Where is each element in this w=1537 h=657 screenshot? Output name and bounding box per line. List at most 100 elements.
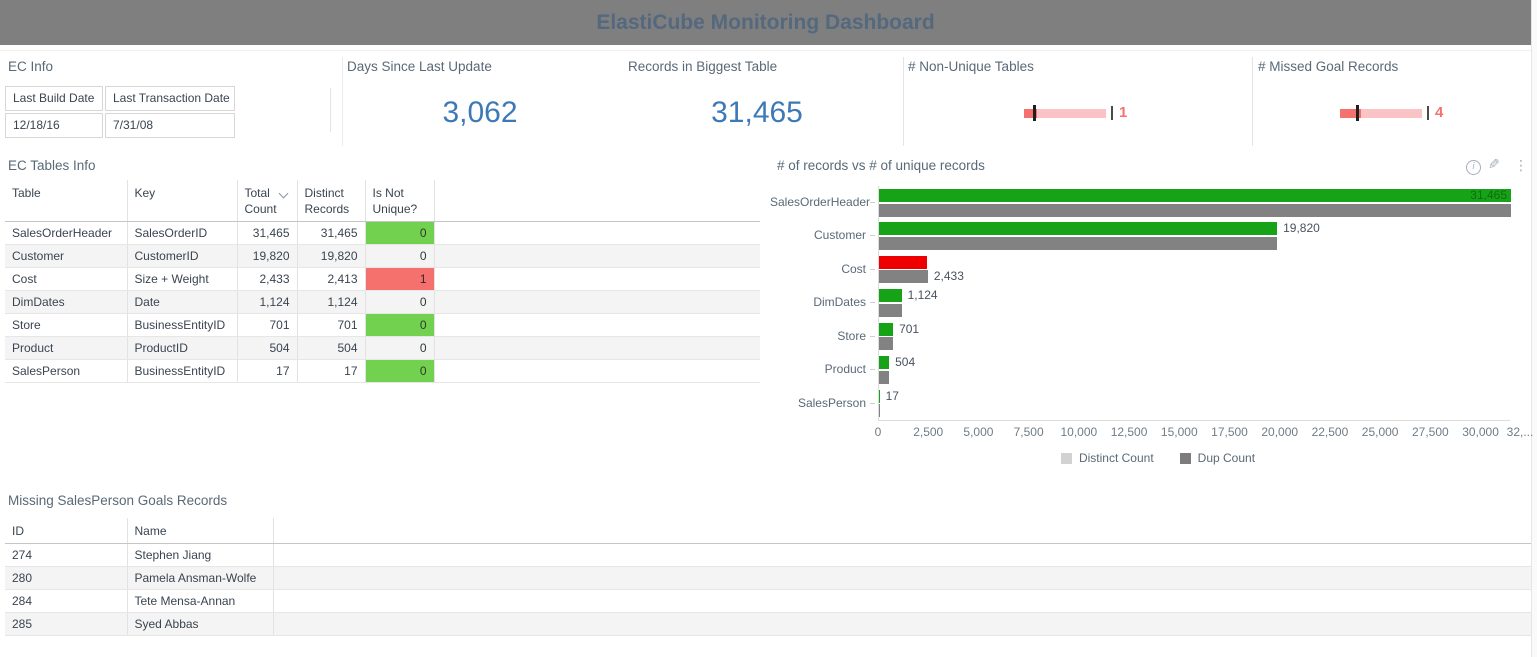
bar-dup-count[interactable] xyxy=(879,404,880,417)
category-label: Product xyxy=(770,362,866,376)
cell-distinct-records: 2,413 xyxy=(297,268,365,291)
gauge-tick-marker xyxy=(1356,105,1359,121)
bar-value-label: 701 xyxy=(899,323,919,336)
cell-filler xyxy=(434,245,760,268)
cell-id: 280 xyxy=(5,567,127,590)
bar-dup-count[interactable] xyxy=(879,371,889,384)
legend-item[interactable]: Distinct Count xyxy=(1061,451,1154,465)
cell-is-not-unique: 1 xyxy=(365,268,434,291)
category-tick xyxy=(870,336,875,337)
table-row: SalesPersonBusinessEntityID17170 xyxy=(5,360,760,383)
cell-distinct-records: 701 xyxy=(297,314,365,337)
col-header-total-count[interactable]: TotalCount xyxy=(237,180,297,222)
chart-legend: Distinct Count Dup Count xyxy=(878,451,1438,465)
ec-info-value-last-transaction: 7/31/08 xyxy=(105,113,235,138)
gauge-value: 4 xyxy=(1435,105,1443,121)
col-header-is-not-unique[interactable]: Is NotUnique? xyxy=(365,180,434,222)
cell-name: Stephen Jiang xyxy=(127,544,273,567)
legend-item[interactable]: Dup Count xyxy=(1180,451,1255,465)
gauge-value: 1 xyxy=(1119,105,1127,121)
bar-dup-count[interactable] xyxy=(879,237,1277,250)
col-header-distinct-records[interactable]: DistinctRecords xyxy=(297,180,365,222)
category-label: SalesOrderHeader xyxy=(770,195,866,209)
gauge-tick-marker xyxy=(1033,105,1036,121)
cell-key: Date xyxy=(127,291,237,314)
cell-filler xyxy=(434,222,760,245)
ec-info-table: Last Build Date Last Transaction Date 12… xyxy=(5,86,235,138)
col-header-name[interactable]: Name xyxy=(127,518,273,544)
cell-name: Tete Mensa-Annan xyxy=(127,590,273,613)
category-label: DimDates xyxy=(770,295,866,309)
info-icon[interactable]: i xyxy=(1466,160,1481,175)
cell-id: 274 xyxy=(5,544,127,567)
bar-dup-count[interactable] xyxy=(879,304,902,317)
table-row: DimDatesDate1,1241,1240 xyxy=(5,291,760,314)
cell-is-not-unique: 0 xyxy=(365,222,434,245)
cell-table: SalesPerson xyxy=(5,360,127,383)
cell-filler xyxy=(273,544,1531,567)
cell-name: Syed Abbas xyxy=(127,613,273,636)
edit-pencil-icon[interactable]: ✎ xyxy=(1488,157,1500,173)
bar-distinct-count[interactable] xyxy=(879,289,902,302)
bar-distinct-count[interactable] xyxy=(879,356,889,369)
kpi-days-title: Days Since Last Update xyxy=(347,59,492,74)
bar-distinct-count[interactable] xyxy=(879,390,880,403)
cell-filler xyxy=(273,567,1531,590)
category-label: Customer xyxy=(770,228,866,242)
more-options-icon[interactable]: ⋮ xyxy=(1514,158,1528,174)
bar-dup-count[interactable] xyxy=(879,337,893,350)
col-header-table[interactable]: Table xyxy=(5,180,127,222)
gauge-separator xyxy=(1427,106,1429,120)
cell-distinct-records: 17 xyxy=(297,360,365,383)
category-tick xyxy=(870,269,875,270)
bar-distinct-count[interactable]: 31,465 xyxy=(879,189,1511,202)
bar-dup-count[interactable] xyxy=(879,204,1511,217)
cell-name: Pamela Ansman-Wolfe xyxy=(127,567,273,590)
ec-info-widget-title: EC Info xyxy=(8,59,53,74)
category-label: SalesPerson xyxy=(770,396,866,410)
table-row: CustomerCustomerID19,82019,8200 xyxy=(5,245,760,268)
cell-total-count: 19,820 xyxy=(237,245,297,268)
cell-total-count: 701 xyxy=(237,314,297,337)
gauge-track xyxy=(1340,109,1422,118)
divider xyxy=(330,88,331,132)
legend-label: Distinct Count xyxy=(1079,451,1154,465)
table-row: CostSize + Weight2,4332,4131 xyxy=(5,268,760,291)
ec-info-col-header: Last Transaction Date xyxy=(105,86,235,111)
window-titlebar: ElastiCube Monitoring Dashboard xyxy=(0,0,1531,45)
cell-is-not-unique: 0 xyxy=(365,245,434,268)
category-label: Store xyxy=(770,329,866,343)
table-row: 274Stephen Jiang xyxy=(5,544,1531,567)
legend-swatch-icon xyxy=(1180,453,1191,464)
bar-distinct-count[interactable] xyxy=(879,256,927,269)
chart-title: # of records vs # of unique records xyxy=(777,158,985,173)
bar-distinct-count[interactable] xyxy=(879,323,893,336)
cell-filler xyxy=(434,314,760,337)
table-row: 284Tete Mensa-Annan xyxy=(5,590,1531,613)
cell-key: BusinessEntityID xyxy=(127,314,237,337)
category-tick xyxy=(870,302,875,303)
cell-distinct-records: 19,820 xyxy=(297,245,365,268)
category-label: Cost xyxy=(770,262,866,276)
bar-dup-count[interactable] xyxy=(879,270,928,283)
table-row: ProductProductID5045040 xyxy=(5,337,760,360)
kpi-days-value: 3,062 xyxy=(347,96,613,130)
category-tick xyxy=(870,403,875,404)
col-header-id[interactable]: ID xyxy=(5,518,127,544)
gauge-separator xyxy=(1111,106,1113,120)
cell-distinct-records: 1,124 xyxy=(297,291,365,314)
category-tick xyxy=(870,235,875,236)
divider xyxy=(1252,57,1253,146)
col-header-key[interactable]: Key xyxy=(127,180,237,222)
cell-distinct-records: 504 xyxy=(297,337,365,360)
cell-total-count: 1,124 xyxy=(237,291,297,314)
cell-table: Product xyxy=(5,337,127,360)
cell-id: 284 xyxy=(5,590,127,613)
cell-key: Size + Weight xyxy=(127,268,237,291)
cell-total-count: 17 xyxy=(237,360,297,383)
cell-id: 285 xyxy=(5,613,127,636)
x-axis-tick-label: 32,... xyxy=(1490,425,1537,439)
bar-value-label: 1,124 xyxy=(908,289,938,302)
bar-value-label: 504 xyxy=(895,356,915,369)
bar-distinct-count[interactable] xyxy=(879,222,1277,235)
